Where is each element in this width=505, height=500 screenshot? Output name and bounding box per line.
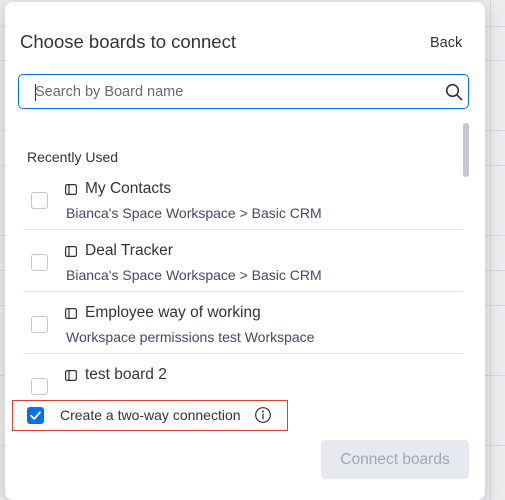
board-icon <box>65 184 77 195</box>
two-way-connection-option[interactable]: Create a two-way connection <box>12 400 288 431</box>
board-icon <box>65 370 77 381</box>
search-icon[interactable] <box>445 83 463 101</box>
board-checkbox[interactable] <box>31 316 48 333</box>
board-item[interactable]: Deal Tracker Bianca's Space Workspace > … <box>23 230 463 292</box>
board-list: Recently Used My Contacts Bianca's Space… <box>5 122 485 402</box>
section-label-recently-used: Recently Used <box>27 149 119 165</box>
board-workspace: Bianca's Space Workspace > Basic CRM <box>66 205 322 221</box>
board-checkbox[interactable] <box>31 254 48 271</box>
grid-column-line <box>490 0 491 500</box>
search-input[interactable] <box>35 75 435 108</box>
info-icon[interactable] <box>254 406 272 424</box>
board-workspace: Bianca's Space Workspace > Basic CRM <box>66 267 322 283</box>
two-way-checkbox[interactable] <box>27 407 44 424</box>
board-icon <box>65 308 77 319</box>
board-checkbox[interactable] <box>31 378 48 395</box>
board-item[interactable]: test board 2 <box>23 354 463 402</box>
board-item[interactable]: My Contacts Bianca's Space Workspace > B… <box>23 168 463 230</box>
connect-boards-modal: Choose boards to connect Back Recently U… <box>5 2 485 500</box>
board-name: test board 2 <box>85 366 167 383</box>
modal-title: Choose boards to connect <box>20 31 236 52</box>
back-button[interactable]: Back <box>430 35 462 51</box>
list-scrollbar[interactable] <box>463 123 469 177</box>
board-checkbox[interactable] <box>31 192 48 209</box>
board-item[interactable]: Employee way of working Workspace permis… <box>23 292 463 354</box>
search-box <box>18 74 469 109</box>
two-way-label: Create a two-way connection <box>60 407 241 423</box>
checkmark-icon <box>30 411 41 420</box>
connect-boards-button[interactable]: Connect boards <box>321 440 469 479</box>
board-workspace: Workspace permissions test Workspace <box>66 329 315 345</box>
board-name: Deal Tracker <box>85 242 173 259</box>
board-name: My Contacts <box>85 180 172 197</box>
text-cursor <box>35 84 36 101</box>
board-icon <box>65 246 77 257</box>
board-name: Employee way of working <box>85 304 261 321</box>
